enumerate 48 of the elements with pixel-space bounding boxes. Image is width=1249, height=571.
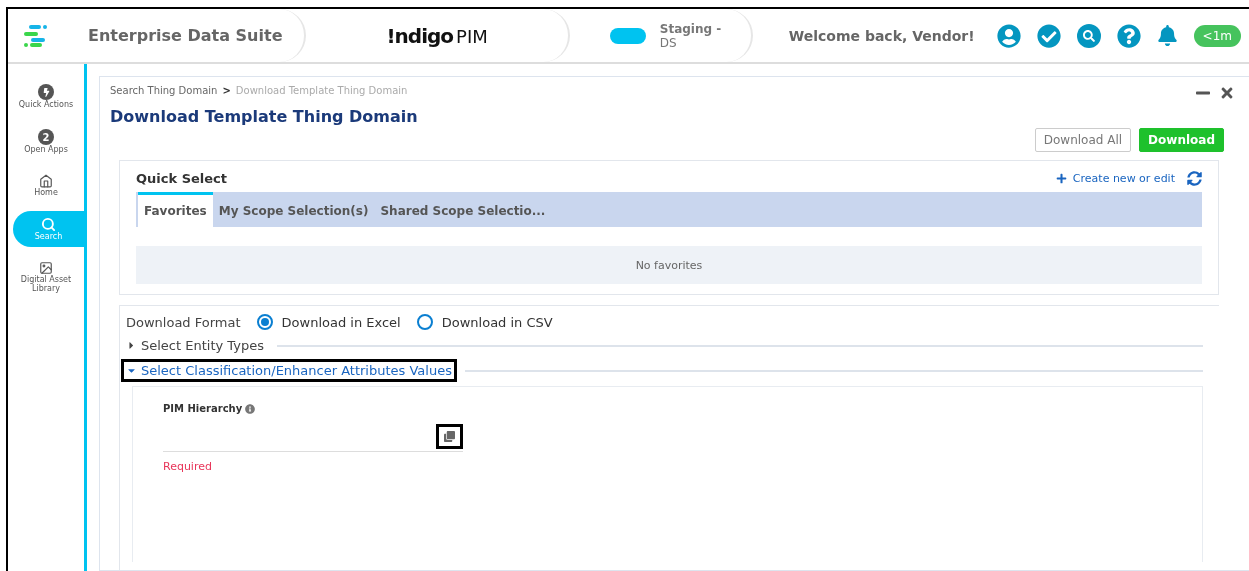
- user-icon[interactable]: [996, 23, 1021, 48]
- environment-indicator: [609, 27, 646, 44]
- search-icon: [41, 217, 56, 232]
- section-toggle[interactable]: Select Classification/Enhancer Attributes Values: [121, 359, 457, 382]
- input-field[interactable]: [163, 424, 463, 452]
- breadcrumb-link[interactable]: Search Thing Domain: [110, 85, 218, 101]
- copy-icon: [444, 431, 455, 442]
- info-icon: [245, 403, 256, 414]
- field-label: PIM Hierarchy: [163, 403, 1172, 414]
- plus-icon: [1055, 173, 1067, 184]
- refresh-icon[interactable]: [1187, 171, 1202, 186]
- environment-label: Staging - DS: [659, 21, 722, 50]
- count-badge: 2: [38, 129, 54, 145]
- tab[interactable]: Favorites: [138, 192, 213, 227]
- image-icon: [39, 261, 53, 275]
- empty-message: No favorites: [136, 246, 1202, 284]
- tab[interactable]: Shared Scope Selectio...: [374, 192, 552, 227]
- session-timer: <1m: [1193, 24, 1241, 47]
- radio-option[interactable]: Download in Excel: [256, 314, 401, 330]
- error-text: Required: [163, 460, 213, 473]
- logo-icon: [24, 23, 48, 48]
- help-icon[interactable]: [1116, 23, 1141, 48]
- page-title: Download Template Thing Domain: [110, 107, 419, 126]
- sidebar-item[interactable]: Home: [8, 168, 84, 203]
- close-icon[interactable]: [1219, 85, 1235, 101]
- breadcrumb-separator: >: [222, 85, 231, 98]
- section-toggle[interactable]: Select Entity Types: [121, 334, 269, 357]
- welcome-text: Welcome back, Vendor!: [788, 27, 975, 44]
- breadcrumb-current: Download Template Thing Domain: [235, 85, 408, 98]
- bolt-icon: [38, 84, 54, 100]
- radio-option[interactable]: Download in CSV: [416, 314, 553, 330]
- picker-button[interactable]: [436, 424, 463, 449]
- search-icon[interactable]: [1076, 23, 1101, 48]
- radio-icon[interactable]: [416, 314, 433, 330]
- home-icon: [39, 174, 53, 188]
- download-all-button[interactable]: Download All: [1034, 128, 1132, 152]
- sidebar-item[interactable]: Digital Asset Library: [8, 255, 84, 299]
- check-icon[interactable]: [1036, 23, 1061, 48]
- sidebar-item[interactable]: 2 Open Apps: [8, 123, 84, 160]
- app-logo: !ndigo PIM: [386, 23, 488, 48]
- bell-icon[interactable]: [1156, 25, 1178, 46]
- create-link[interactable]: Create new or edit: [1055, 171, 1202, 186]
- suite-title: Enterprise Data Suite: [88, 26, 283, 45]
- quick-select-title: Quick Select: [136, 171, 227, 186]
- tab[interactable]: My Scope Selection(s): [212, 192, 375, 227]
- format-label: Download Format: [126, 314, 241, 330]
- sidebar-item[interactable]: Quick Actions: [8, 78, 84, 115]
- radio-icon[interactable]: [256, 314, 273, 330]
